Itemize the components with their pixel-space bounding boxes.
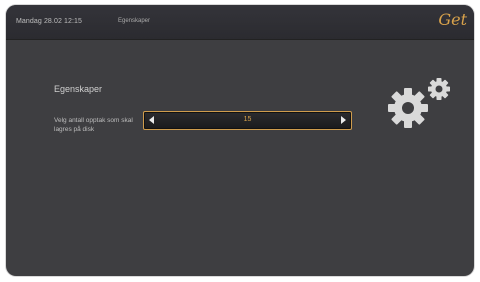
gear-icon bbox=[388, 78, 450, 128]
date-time: Mandag 28.02 12:15 bbox=[16, 18, 83, 25]
brand-logo: Get bbox=[438, 10, 467, 29]
top-bar: Mandag 28.02 12:15 Egenskaper Get bbox=[6, 5, 474, 40]
setting-label: Velg antall opptak som skal lagres på di… bbox=[54, 117, 133, 133]
arrow-right-icon[interactable] bbox=[341, 116, 346, 124]
recordings-count-stepper[interactable]: 15 bbox=[143, 111, 352, 130]
breadcrumb: Egenskaper bbox=[118, 18, 151, 24]
tv-screen: Mandag 28.02 12:15 Egenskaper Get Egensk… bbox=[6, 5, 474, 276]
page-title: Egenskaper bbox=[54, 84, 103, 94]
stepper-value: 15 bbox=[243, 116, 252, 123]
